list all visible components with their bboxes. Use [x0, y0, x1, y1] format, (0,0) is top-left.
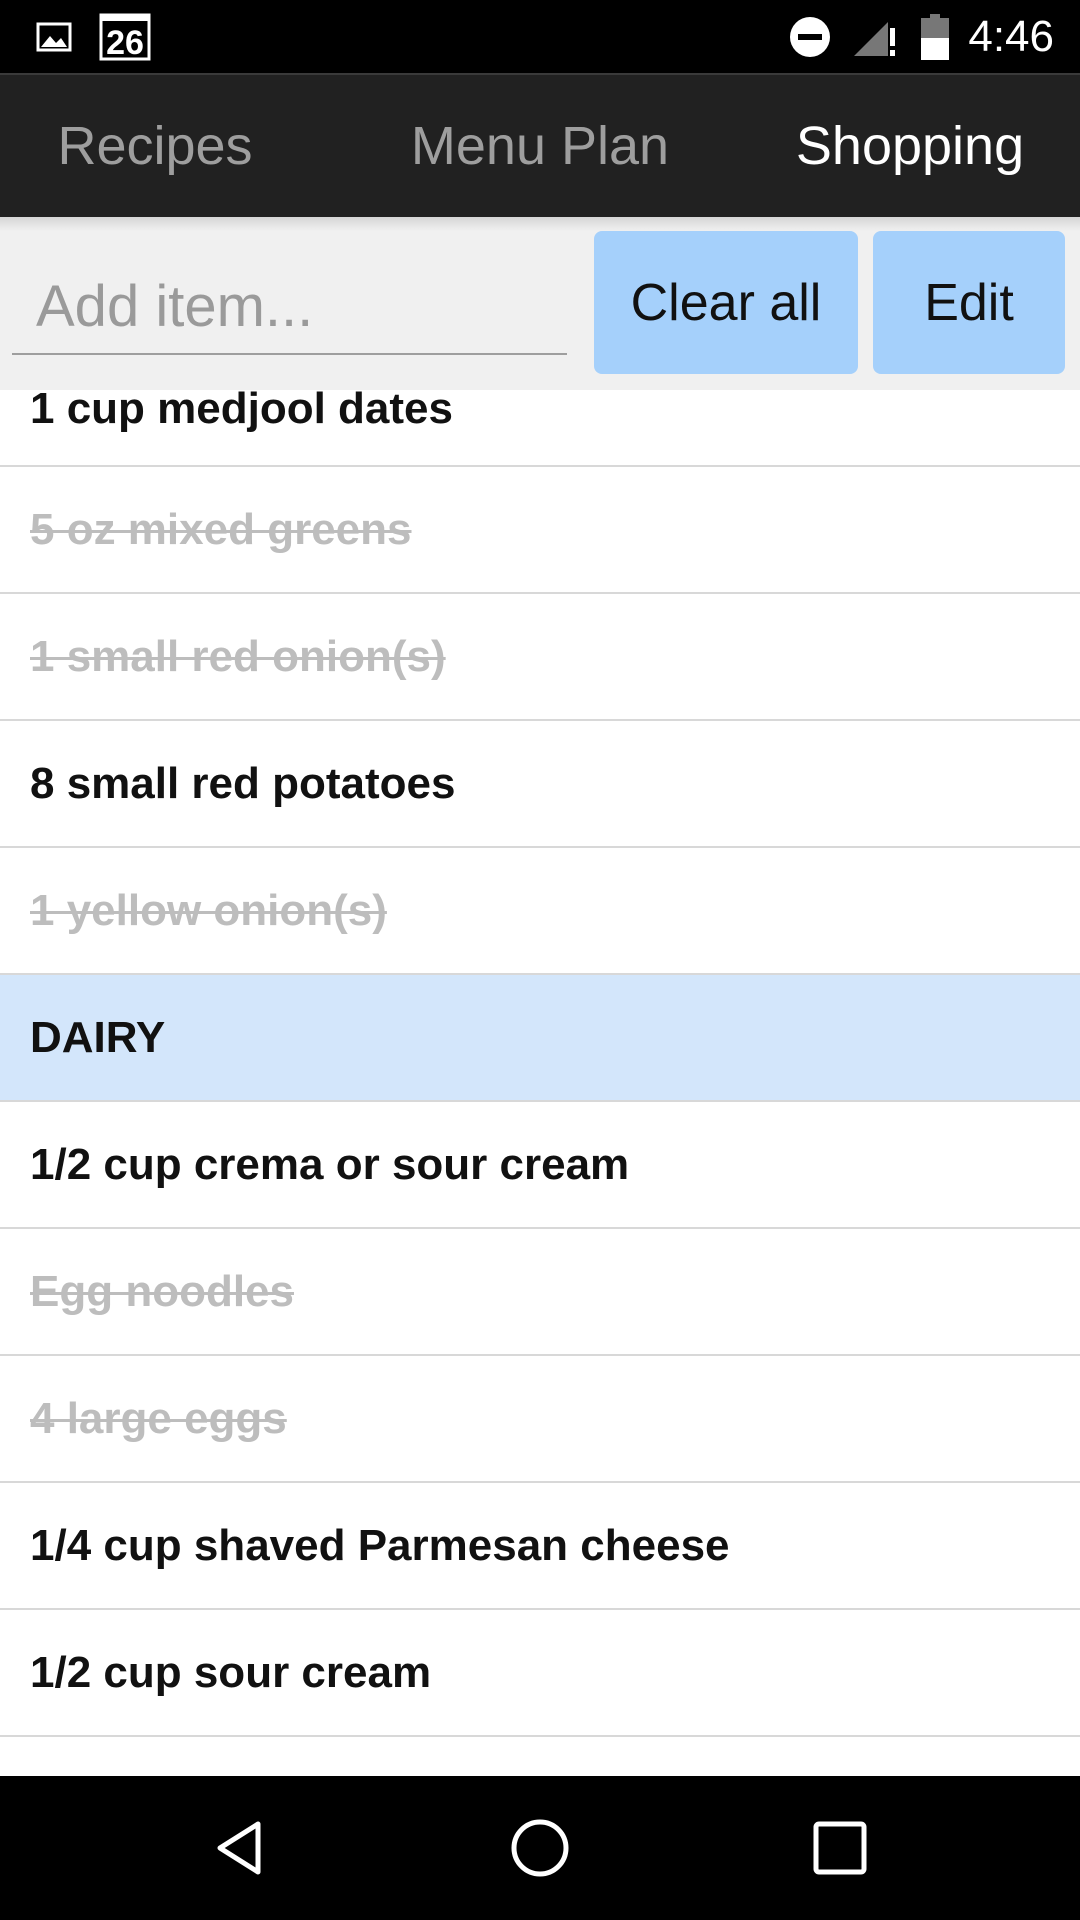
list-item-text: 1/2 cup crema or sour cream [30, 1140, 630, 1189]
list-item-text: Egg noodles [30, 1267, 294, 1316]
recents-icon[interactable] [800, 1808, 880, 1888]
list-item-text: 1/2 cup sour cream [30, 1648, 432, 1697]
tab-shopping[interactable]: Shopping [760, 75, 1060, 217]
list-item[interactable]: 1 small red onion(s) [0, 594, 1080, 721]
clear-all-button[interactable]: Clear all [594, 231, 858, 374]
list-item[interactable]: 1 yellow onion(s) [0, 848, 1080, 975]
add-item-input[interactable] [12, 259, 567, 355]
list-item[interactable]: 1/2 cup crema or sour cream [0, 1102, 1080, 1229]
list-item-text: 1 small red onion(s) [30, 632, 446, 681]
list-item[interactable]: 1/4 cup shaved Parmesan cheese [0, 1483, 1080, 1610]
shopping-list: 1 cup medjool dates 5 oz mixed greens 1 … [0, 390, 1080, 1776]
calendar-icon: 26 [98, 12, 152, 67]
status-time: 4:46 [968, 12, 1054, 61]
navigation-bar [0, 1776, 1080, 1920]
list-item[interactable]: 1/2 cup sour cream [0, 1610, 1080, 1737]
signal-icon [852, 18, 900, 63]
edit-button[interactable]: Edit [873, 231, 1065, 374]
tab-recipes[interactable]: Recipes [0, 75, 310, 217]
tab-menu-plan[interactable]: Menu Plan [360, 75, 720, 217]
list-item-text: 5 oz mixed greens [30, 505, 412, 554]
category-header-dairy: DAIRY [0, 975, 1080, 1102]
shopping-toolbar: Clear all Edit [0, 217, 1080, 390]
list-item-text: 4 large eggs [30, 1394, 287, 1443]
status-bar: 26 4:46 [0, 0, 1080, 73]
list-item-text: 8 small red potatoes [30, 759, 456, 808]
do-not-disturb-icon [788, 15, 832, 64]
list-item-text: 1 cup medjool dates [30, 390, 453, 433]
tab-bar: Recipes Menu Plan Shopping [0, 73, 1080, 217]
list-item[interactable]: 5 oz mixed greens [0, 467, 1080, 594]
toolbar-shadow [0, 217, 1080, 231]
calendar-day: 26 [106, 24, 144, 62]
list-item[interactable]: 1 cup medjool dates [0, 390, 1080, 467]
list-item[interactable]: 4 large eggs [0, 1356, 1080, 1483]
list-item[interactable]: Egg noodles [0, 1229, 1080, 1356]
list-item[interactable]: 8 small red potatoes [0, 721, 1080, 848]
list-item-text: 1 yellow onion(s) [30, 886, 387, 935]
back-icon[interactable] [200, 1808, 280, 1888]
image-icon [36, 22, 72, 57]
battery-icon [920, 14, 950, 65]
category-label: DAIRY [30, 1013, 166, 1062]
home-icon[interactable] [500, 1808, 580, 1888]
list-item-text: 1/4 cup shaved Parmesan cheese [30, 1521, 730, 1570]
